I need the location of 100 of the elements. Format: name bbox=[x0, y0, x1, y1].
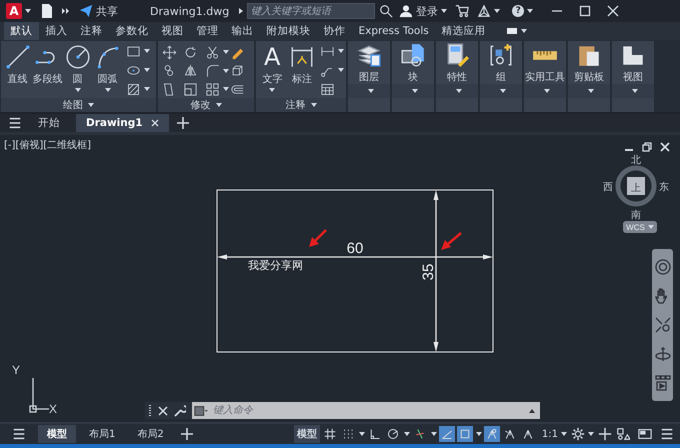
file-tab[interactable]: 开始 bbox=[28, 114, 70, 132]
panel-title-button[interactable]: 修改 bbox=[158, 98, 254, 112]
ribbon-tool-button[interactable]: 圆弧 bbox=[93, 43, 122, 98]
menu-icon[interactable] bbox=[12, 427, 26, 441]
caret-icon[interactable] bbox=[144, 87, 150, 91]
steering-wheel-icon[interactable] bbox=[654, 258, 672, 276]
cart-icon[interactable] bbox=[455, 4, 470, 18]
plus-icon[interactable] bbox=[180, 428, 193, 440]
command-field[interactable]: 键入命令 bbox=[192, 402, 540, 419]
scale-squares-icon[interactable] bbox=[183, 82, 198, 97]
zoom-icon[interactable] bbox=[654, 316, 672, 334]
maximize-icon[interactable] bbox=[579, 5, 592, 17]
menu-icon[interactable] bbox=[660, 427, 674, 441]
app-logo[interactable]: A bbox=[6, 3, 22, 19]
rotate-icon[interactable] bbox=[183, 44, 198, 60]
close-icon[interactable] bbox=[150, 119, 159, 127]
caret-icon[interactable] bbox=[222, 50, 229, 54]
ribbon-tab[interactable]: Express Tools bbox=[352, 22, 436, 40]
ribbon-tab[interactable]: 视图 bbox=[155, 22, 190, 40]
plus-icon[interactable] bbox=[598, 427, 612, 441]
file-tab[interactable]: Drawing1 bbox=[76, 114, 169, 132]
share-button[interactable]: 共享 bbox=[79, 4, 118, 18]
ribbon-tool-button[interactable]: A 文字 bbox=[258, 43, 286, 98]
menu-icon[interactable] bbox=[8, 116, 22, 130]
caret-icon[interactable] bbox=[144, 49, 150, 53]
ribbon-tool-button[interactable]: 特性 bbox=[436, 41, 478, 84]
panel-title-button[interactable]: 注释 bbox=[256, 98, 346, 112]
caret-icon[interactable] bbox=[412, 89, 418, 93]
hatch-icon[interactable] bbox=[126, 82, 141, 96]
close-icon[interactable] bbox=[607, 5, 620, 17]
caret-icon[interactable] bbox=[338, 49, 344, 53]
layout-tab[interactable]: 布局2 bbox=[128, 425, 173, 443]
caret-icon[interactable] bbox=[456, 89, 462, 93]
caret-icon[interactable] bbox=[588, 432, 594, 436]
caret-icon[interactable] bbox=[632, 89, 638, 93]
document-icon[interactable] bbox=[39, 3, 55, 19]
viewport-label[interactable]: [-][俯视][二维线框] bbox=[4, 138, 92, 152]
search-field[interactable]: 键入关键字或短语 bbox=[247, 3, 376, 19]
ribbon-tab[interactable]: 默认 bbox=[4, 22, 39, 40]
caret-icon[interactable] bbox=[527, 9, 534, 13]
caret-icon[interactable] bbox=[494, 9, 500, 13]
model-space-button[interactable]: 模型 bbox=[294, 425, 320, 443]
restore-icon[interactable] bbox=[642, 142, 652, 152]
caret-icon[interactable] bbox=[404, 432, 410, 436]
ribbon-tool-button[interactable]: 块 bbox=[392, 41, 434, 84]
caret-up-icon[interactable] bbox=[528, 406, 536, 414]
ribbon-tool-button[interactable]: 视图 bbox=[612, 41, 654, 84]
status-toggle[interactable] bbox=[438, 426, 455, 442]
playback-icon[interactable] bbox=[654, 374, 672, 392]
cube-icon[interactable] bbox=[230, 63, 245, 78]
network-triangle-icon[interactable] bbox=[477, 4, 492, 18]
status-toggle[interactable] bbox=[456, 426, 473, 442]
caret-icon[interactable] bbox=[441, 9, 448, 13]
ribbon-tool-button[interactable]: 圆 bbox=[63, 43, 92, 98]
caret-icon[interactable] bbox=[358, 432, 365, 436]
search-icon[interactable] bbox=[379, 4, 394, 18]
ribbon-tool-button[interactable]: 多段线 bbox=[33, 43, 62, 98]
caret-icon[interactable] bbox=[338, 68, 344, 72]
caret-right-icon[interactable] bbox=[237, 7, 246, 15]
table-icon[interactable] bbox=[320, 82, 335, 96]
monitor-icon[interactable] bbox=[638, 427, 652, 441]
ribbon-tool-button[interactable]: 标注 bbox=[288, 43, 316, 98]
orbit-icon[interactable] bbox=[654, 344, 672, 363]
ribbon-tool-button[interactable]: 剪贴板 bbox=[568, 41, 610, 84]
ribbon-tab[interactable]: 附加模块 bbox=[260, 22, 317, 40]
wrench-icon[interactable] bbox=[174, 404, 186, 416]
caret-icon[interactable] bbox=[500, 89, 506, 93]
ribbon-tab[interactable]: 协作 bbox=[317, 22, 352, 40]
caret-icon[interactable] bbox=[144, 68, 150, 72]
caret-icon[interactable] bbox=[368, 89, 374, 93]
mirror-triangle-icon[interactable] bbox=[183, 63, 198, 78]
caret-icon[interactable] bbox=[588, 89, 594, 93]
ribbon-tab[interactable]: 插入 bbox=[39, 22, 74, 40]
ribbon-tab[interactable]: 管理 bbox=[190, 22, 225, 40]
array-grid-icon[interactable] bbox=[204, 82, 220, 97]
gear-icon[interactable] bbox=[571, 427, 585, 441]
move-arrows-icon[interactable] bbox=[162, 44, 177, 60]
ribbon-tool-button[interactable]: 直线 bbox=[3, 43, 32, 98]
caret-icon[interactable] bbox=[561, 432, 567, 436]
caret-icon[interactable] bbox=[222, 68, 229, 73]
close-icon[interactable] bbox=[158, 406, 168, 416]
caret-icon[interactable] bbox=[222, 87, 229, 92]
shapes-icon[interactable] bbox=[616, 427, 630, 441]
caret-icon[interactable] bbox=[544, 89, 550, 93]
help-button[interactable]: ? bbox=[512, 5, 524, 17]
double-arrow-icon[interactable] bbox=[61, 6, 71, 16]
grip-icon[interactable] bbox=[148, 404, 152, 418]
annotation-scale-button[interactable]: 1:1 bbox=[542, 428, 558, 440]
ribbon-tab[interactable]: 参数化 bbox=[109, 22, 155, 40]
layout-tab[interactable]: 布局1 bbox=[80, 425, 124, 443]
view-cube-face[interactable] bbox=[627, 177, 645, 195]
close-icon[interactable] bbox=[660, 142, 670, 152]
caret-icon[interactable] bbox=[25, 9, 31, 13]
ribbon-tool-button[interactable]: 实用工具 bbox=[524, 41, 566, 84]
layout-tab[interactable]: 模型 bbox=[38, 425, 76, 443]
sign-in-button[interactable]: 登录 bbox=[399, 4, 438, 18]
fillet-curve-icon[interactable] bbox=[204, 63, 220, 78]
ribbon-tool-button[interactable]: 图层 bbox=[348, 41, 390, 84]
ribbon-tab[interactable]: 精选应用 bbox=[435, 22, 492, 40]
ribbon-tab[interactable]: 注释 bbox=[74, 22, 109, 40]
